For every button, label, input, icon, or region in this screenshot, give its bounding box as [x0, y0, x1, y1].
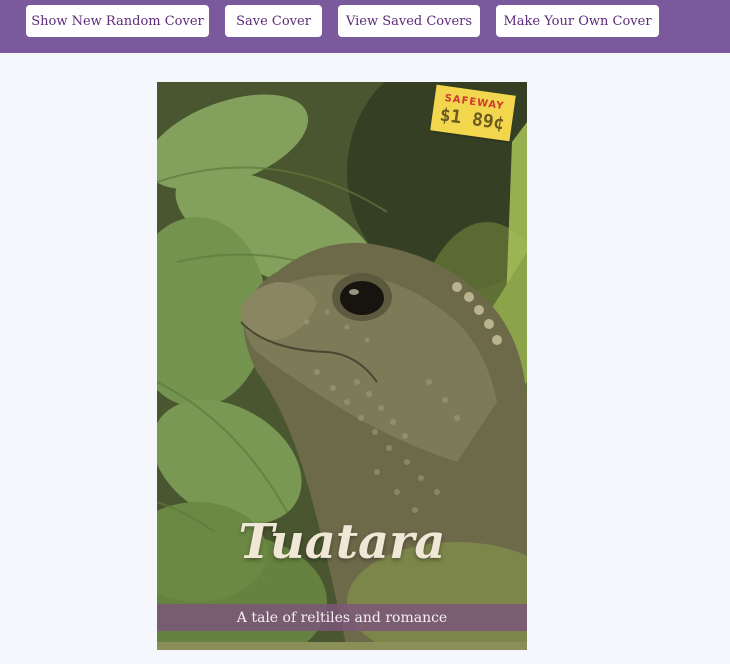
view-saved-covers-button[interactable]: View Saved Covers [338, 5, 480, 37]
show-random-cover-button[interactable]: Show New Random Cover [26, 5, 209, 37]
top-nav: Show New Random Cover Save Cover View Sa… [0, 0, 730, 53]
cover-tagline-text: A tale of reltiles and romance [236, 609, 448, 626]
cover-tagline: A tale of reltiles and romance [157, 604, 527, 631]
save-cover-button[interactable]: Save Cover [225, 5, 322, 37]
cover-title: Tuatara [238, 514, 446, 570]
make-your-own-cover-button[interactable]: Make Your Own Cover [496, 5, 659, 37]
book-cover: SAFEWAY $1 89¢ Tuatara A tale of reltile… [157, 82, 527, 650]
